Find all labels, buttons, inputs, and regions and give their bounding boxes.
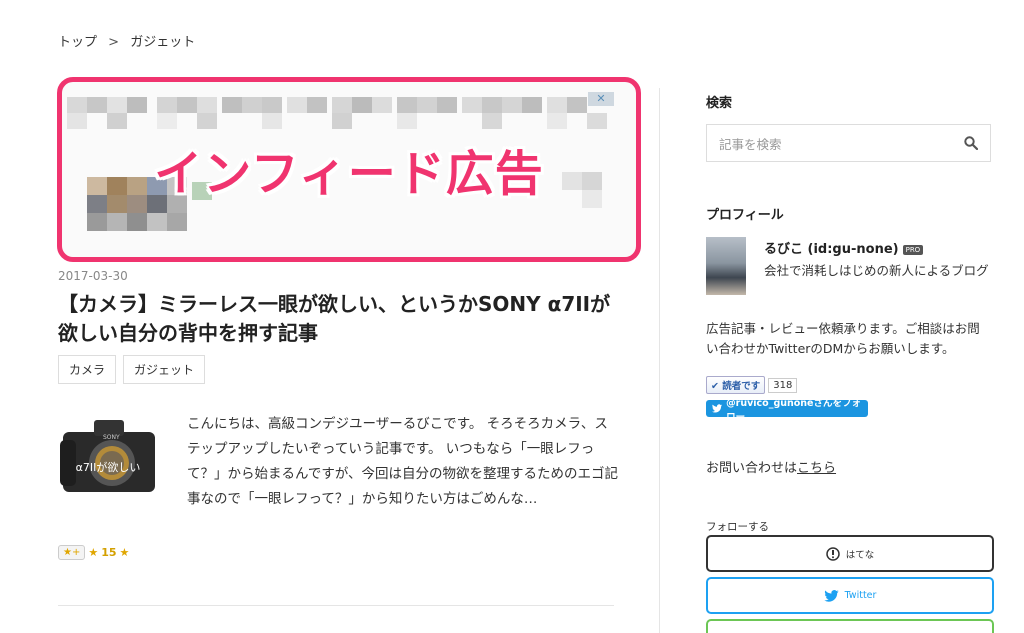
profile-description: 会社で消耗しはじめの新人によるブログ <box>764 263 989 278</box>
post-date: 2017-03-30 <box>58 269 128 283</box>
hatena-icon <box>825 546 840 561</box>
profile-note: 広告記事・レビュー依頼承ります。ご相談はお問い合わせかTwitterのDMからお… <box>706 321 980 356</box>
star-icon-trailing: ★ <box>119 546 130 559</box>
star-count[interactable]: 15 <box>101 546 116 559</box>
breadcrumb-separator: > <box>108 35 120 50</box>
follow-heading: フォローする <box>706 521 769 533</box>
follow-twitter-button[interactable]: Twitter <box>706 577 994 614</box>
twitter-follow-label: @ruvico_gunoneさんをフォロー <box>726 397 862 423</box>
pro-badge: PRO <box>902 244 924 255</box>
follow-hatena-label: はてな <box>845 549 875 561</box>
post-excerpt: こんにちは、高級コンデジユーザーるびこです。 そろそろカメラ、ステップアップした… <box>187 416 619 507</box>
follow-feedly-button[interactable] <box>706 619 994 633</box>
follow-twitter-label: Twitter <box>844 590 877 601</box>
tag-camera[interactable]: カメラ <box>58 355 117 384</box>
contact-link[interactable]: こちら <box>797 461 836 476</box>
subscribe-label: 読者です <box>722 381 761 392</box>
post-tags: カメラ ガジェット <box>58 355 206 384</box>
hatena-star: ★+ ★ 15 ★ <box>58 545 129 560</box>
ad-choices-icon[interactable]: ✕ <box>588 92 614 106</box>
avatar[interactable] <box>706 237 746 295</box>
breadcrumb: トップ > ガジェット <box>58 31 195 50</box>
post-title[interactable]: 【カメラ】ミラーレス一眼が欲しい、というかSONY α7IIが欲しい自分の背中を… <box>58 290 618 348</box>
search-heading: 検索 <box>706 96 733 111</box>
thumbnail-brand: SONY <box>103 434 120 441</box>
post-thumbnail[interactable]: SONY α7IIが欲しい <box>58 414 158 500</box>
contact-text: お問い合わせはこちら <box>706 457 836 476</box>
profile-name-text[interactable]: るびこ (id:gu-none) <box>764 242 899 257</box>
profile-heading: プロフィール <box>706 208 784 223</box>
reader-count: 318 <box>768 377 798 393</box>
search-icon[interactable] <box>964 136 978 150</box>
ad-label: インフィード広告 <box>154 146 544 202</box>
subscribe-button[interactable]: ✔ 読者です <box>706 376 766 394</box>
profile-name[interactable]: るびこ (id:gu-none) PRO <box>764 238 924 257</box>
tag-gadget[interactable]: ガジェット <box>123 355 206 384</box>
twitter-icon <box>823 589 839 602</box>
star-icon: ★ <box>88 546 99 559</box>
breadcrumb-home-link[interactable]: トップ <box>58 35 97 50</box>
twitter-bird-icon <box>712 404 723 413</box>
search-placeholder: 記事を検索 <box>719 136 782 152</box>
column-divider <box>659 88 660 633</box>
contact-prefix: お問い合わせは <box>706 461 798 476</box>
breadcrumb-category-link[interactable]: ガジェット <box>130 35 195 50</box>
reader-widget: ✔ 読者です 318 <box>706 376 798 394</box>
post-divider <box>58 605 614 606</box>
infeed-ad[interactable]: ✕ インフィード広告 <box>57 77 641 262</box>
twitter-follow-button[interactable]: @ruvico_gunoneさんをフォロー <box>706 398 868 423</box>
add-star-button[interactable]: ★+ <box>58 545 86 560</box>
search-input[interactable]: 記事を検索 <box>706 124 991 162</box>
check-icon: ✔ <box>711 381 719 392</box>
follow-hatena-button[interactable]: はてな <box>706 535 994 572</box>
thumbnail-caption: α7IIが欲しい <box>76 460 141 474</box>
